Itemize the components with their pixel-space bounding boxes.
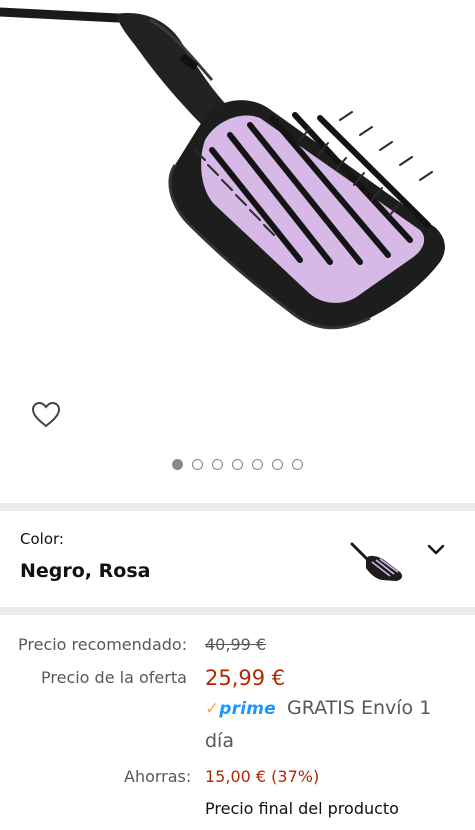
carousel-dot[interactable] <box>212 459 223 470</box>
prime-badge: ✓prime <box>205 699 276 719</box>
carousel-dot[interactable] <box>192 459 203 470</box>
prime-check-icon: ✓ <box>205 699 220 719</box>
carousel-dot[interactable] <box>232 459 243 470</box>
prime-logo: prime <box>219 699 276 719</box>
color-label: Color: <box>20 530 64 548</box>
carousel-dot[interactable] <box>172 459 183 470</box>
color-value: Negro, Rosa <box>20 560 151 582</box>
recommended-price-label: Precio recomendado: <box>18 635 188 654</box>
recommended-price-value: 40,99 € <box>205 635 267 654</box>
savings-label: Ahorras: <box>124 767 192 786</box>
color-variant-selector[interactable]: Color: Negro, Rosa <box>0 512 475 609</box>
carousel-dot[interactable] <box>272 459 283 470</box>
carousel-dot[interactable] <box>292 459 303 470</box>
carousel-dot[interactable] <box>252 459 263 470</box>
wishlist-button[interactable] <box>28 397 64 431</box>
chevron-down-icon[interactable] <box>427 543 445 557</box>
heart-outline-icon <box>31 401 61 427</box>
section-divider <box>0 503 475 511</box>
product-image[interactable] <box>0 0 475 380</box>
image-carousel-dots[interactable] <box>0 459 475 470</box>
final-price-note: Precio final del producto <box>205 799 399 818</box>
shipping-text-line2: día <box>205 730 234 752</box>
variant-swatch-thumbnail[interactable] <box>348 534 410 584</box>
shipping-text-line1: GRATIS Envío 1 <box>287 697 432 719</box>
deal-price-label: Precio de la oferta <box>41 668 187 687</box>
deal-price-value: 25,99 € <box>205 666 286 690</box>
savings-value: 15,00 € (37%) <box>205 767 320 786</box>
section-divider <box>0 607 475 615</box>
